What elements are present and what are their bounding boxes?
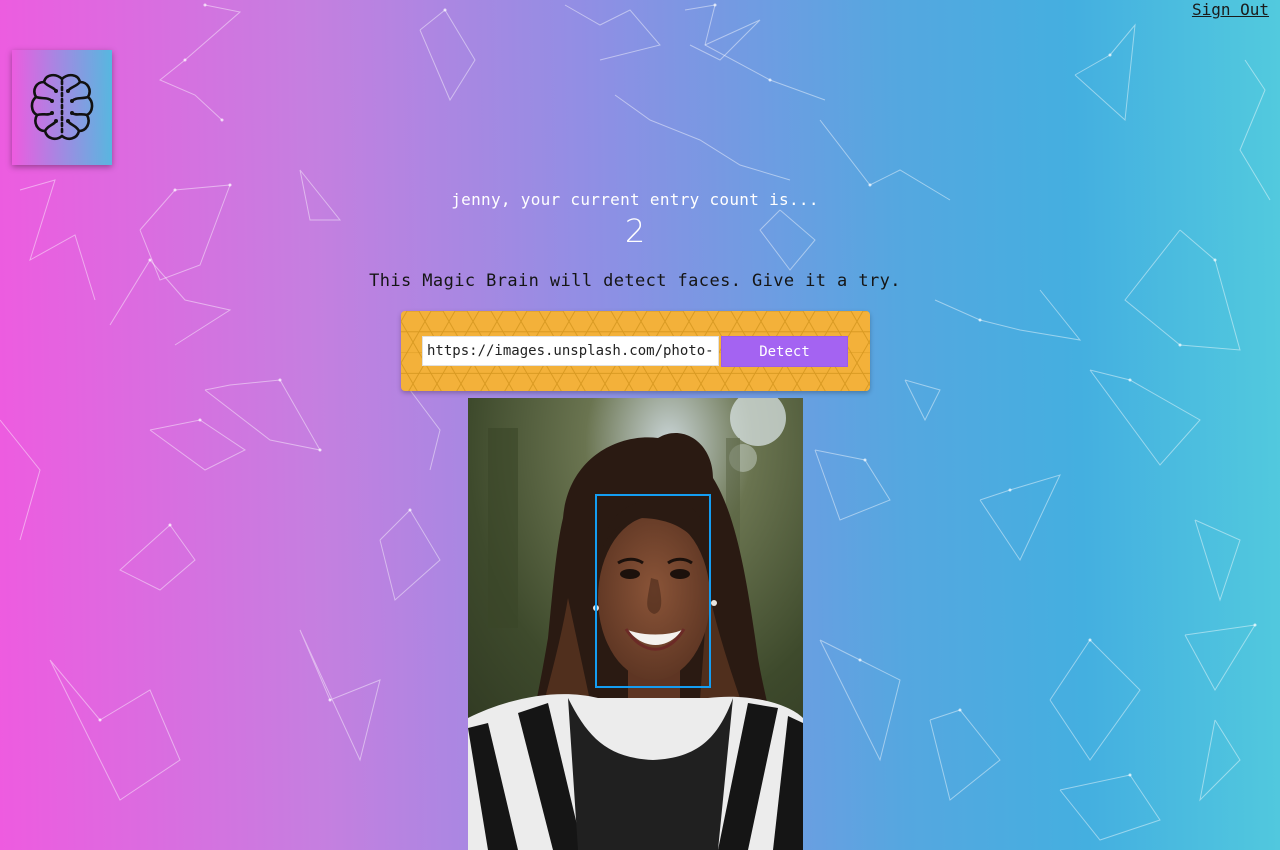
brain-icon — [30, 73, 94, 140]
tagline-text: This Magic Brain will detect faces. Give… — [369, 271, 901, 291]
logo-tilt-card[interactable] — [12, 50, 112, 165]
entry-count-message: jenny, your current entry count is... — [451, 190, 819, 209]
face-bounding-box — [595, 494, 711, 688]
entry-count-value: 2 — [624, 212, 646, 250]
face-image — [468, 398, 803, 850]
image-link-form: Detect — [401, 311, 870, 391]
detect-button[interactable]: Detect — [721, 336, 848, 367]
image-url-input[interactable] — [422, 336, 719, 366]
sign-out-link[interactable]: Sign Out — [1192, 0, 1269, 20]
